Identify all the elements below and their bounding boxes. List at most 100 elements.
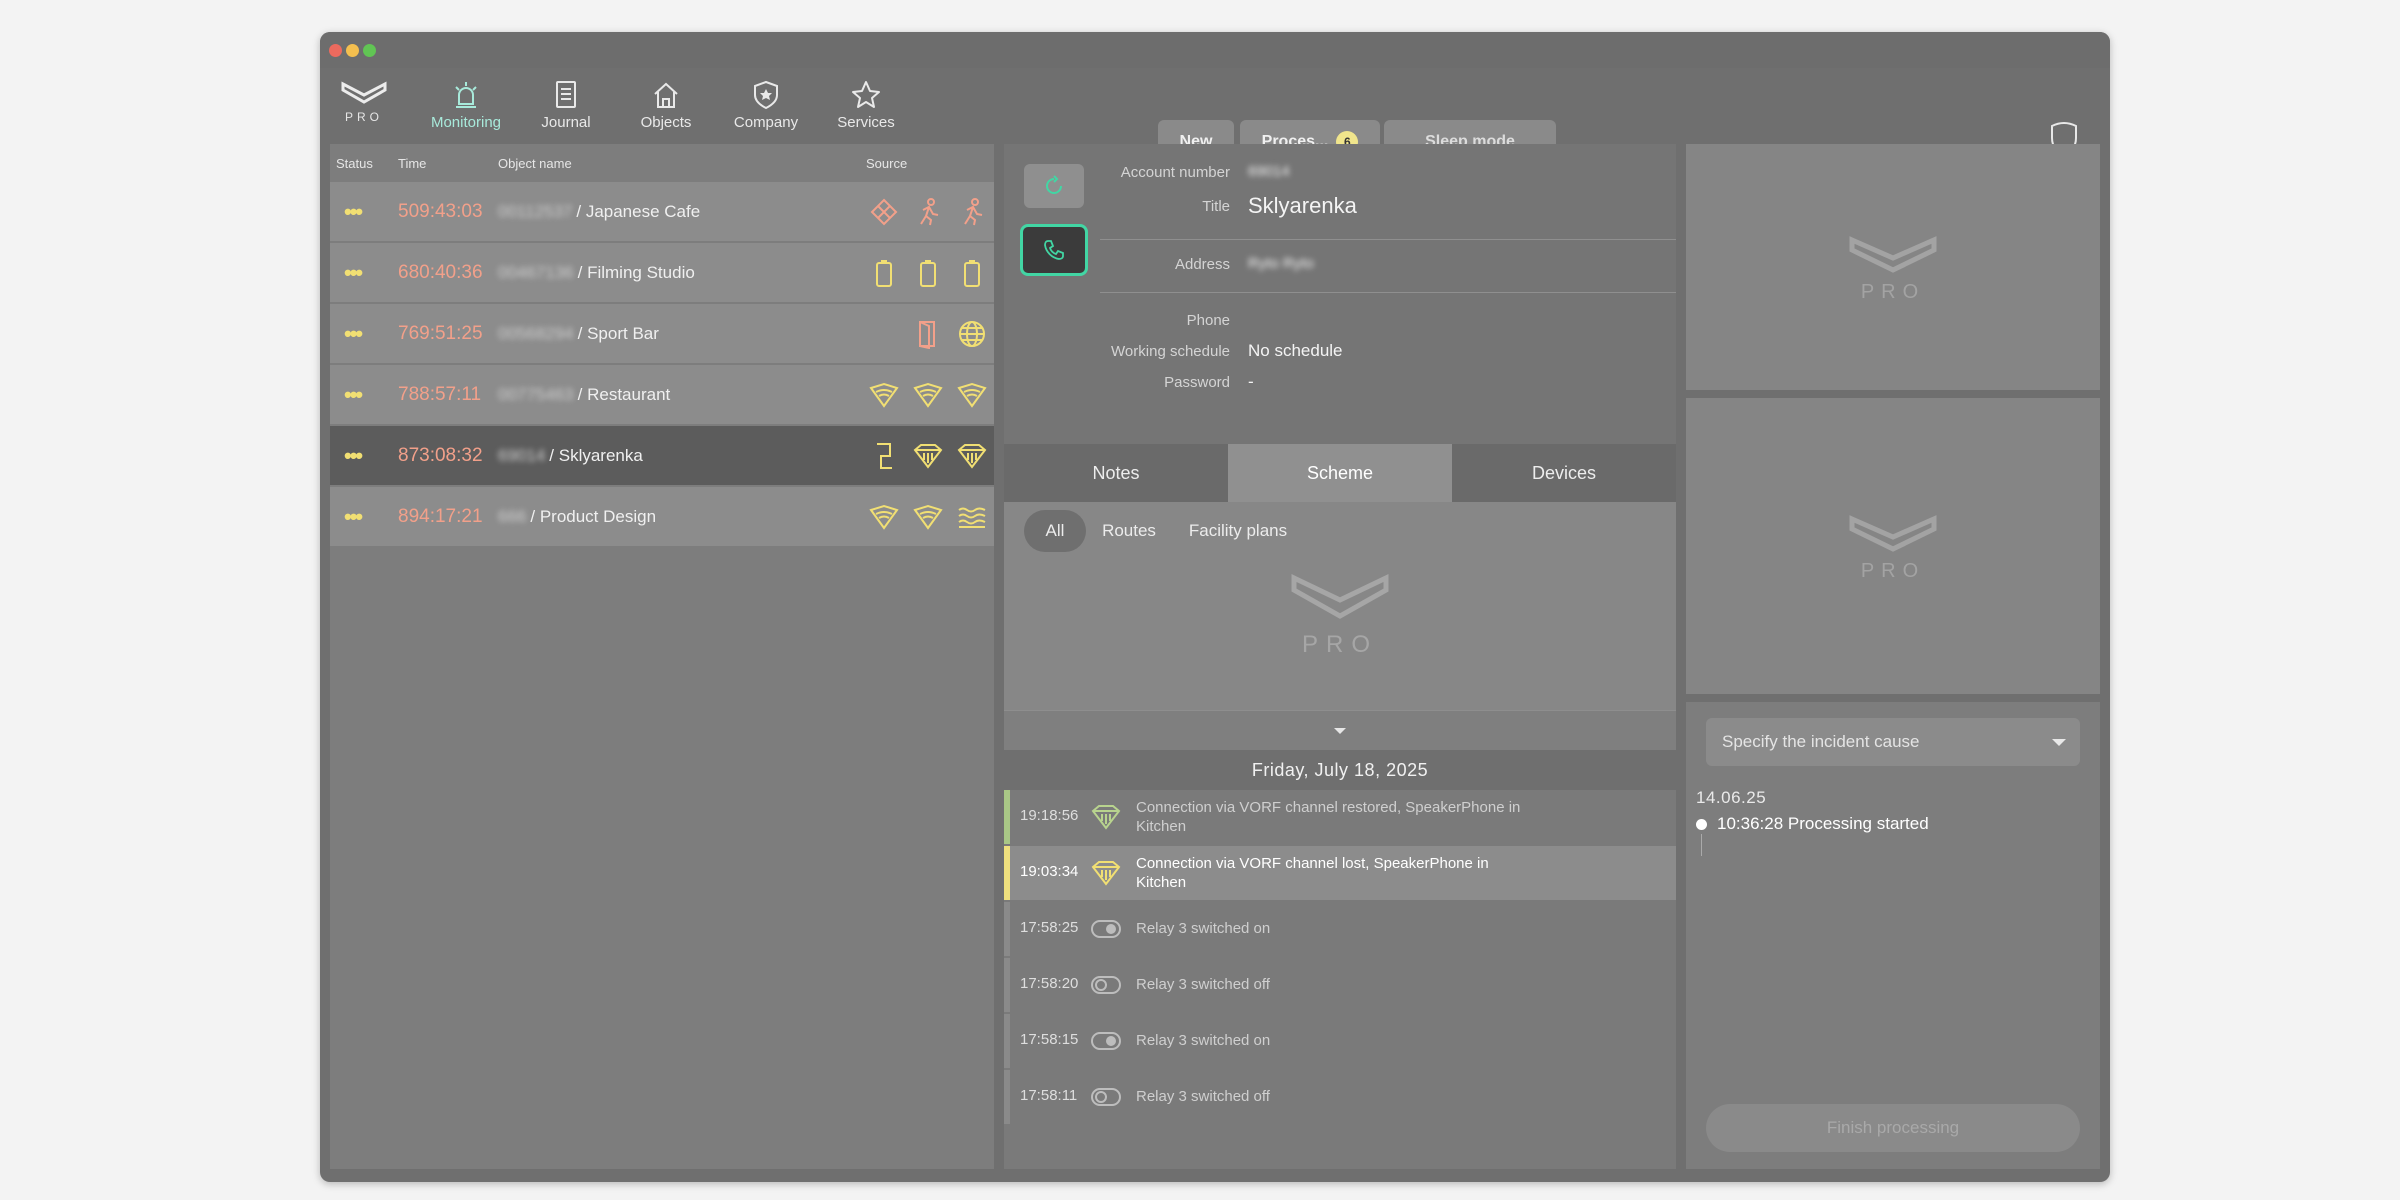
title-value: Sklyarenka [1248,193,1357,218]
account-number-value: 69014 [1248,163,1290,180]
pro-logo-placeholder: PRO [1849,236,1937,302]
working-schedule-value: No schedule [1248,341,1343,360]
journal-time: 17:58:11 [1020,1087,1078,1104]
event-time: 509:43:03 [398,200,483,222]
nav-label: Company [733,114,799,131]
header-time: Time [398,155,427,171]
address-label: Address [1174,256,1230,273]
tab-notes[interactable]: Notes [1004,444,1228,502]
nav-company[interactable]: Company [720,80,812,131]
status-dots: ••• [344,442,363,468]
journal-entry[interactable]: 17:58:25 Relay 3 switched on [1004,902,1676,956]
battery-icon [954,255,990,291]
siren-icon [455,82,477,108]
object-info: Account number 69014 Title Sklyarenka Ad… [1004,144,1676,444]
object-name: / Filming Studio [577,262,695,282]
close-window-button[interactable] [329,44,342,57]
nav-monitoring[interactable]: Monitoring [420,80,512,131]
call-button[interactable] [1020,224,1088,276]
object-name: / Japanese Cafe [576,201,701,221]
caret-down-icon [1334,727,1346,734]
journal-entry[interactable]: 17:58:15 Relay 3 switched on [1004,1014,1676,1068]
relay-icon [866,438,902,474]
event-time: 788:57:11 [398,383,482,405]
tab-devices[interactable]: Devices [1452,444,1676,502]
header-object-name: Object name [498,155,572,171]
battery-icon [910,255,946,291]
house-icon [654,82,678,108]
journal-list: 19:18:56 Connection via VORF channel res… [1004,790,1676,1124]
object-id: 69014 [498,445,546,465]
incident-cause-select[interactable]: Specify the incident cause [1706,718,2080,766]
nav-services[interactable]: Services [820,80,912,131]
incident-log-entry: 10:36:28 Processing started [1696,814,1929,834]
right-panel: PRO PRO Specify the incident cause 14.06… [1686,144,2100,1169]
camera-view-2[interactable]: PRO [1686,398,2100,694]
scheme-placeholder: PRO [1004,558,1676,710]
expand-scheme-button[interactable] [1004,710,1676,750]
header-status: Status [336,155,373,171]
object-name: / Sklyarenka [549,445,643,465]
title-label: Title [1202,198,1230,215]
finish-processing-button[interactable]: Finish processing [1706,1104,2080,1152]
journal-entry[interactable]: 19:18:56 Connection via VORF channel res… [1004,790,1676,844]
events-table-header: Status Time Object name Source [330,144,994,182]
phone-icon [1044,240,1064,260]
object-name: / Product Design [530,506,657,526]
object-name: / Sport Bar [577,323,659,343]
door-icon [910,316,946,352]
subtab-facility-plans[interactable]: Facility plans [1172,510,1304,552]
gem-icon [910,438,946,474]
minimize-window-button[interactable] [346,44,359,57]
wifi-diamond-icon [866,499,902,535]
status-dots: ••• [344,198,363,224]
object-id: 00568294 [498,323,574,343]
gem-icon [1090,860,1122,886]
event-object: 00112537/ Japanese Cafe [498,202,700,222]
event-object: 666/ Product Design [498,507,656,527]
status-dots: ••• [344,259,363,285]
events-panel: Status Time Object name Source ••• 509:4… [330,144,994,1169]
journal-entry[interactable]: 17:58:20 Relay 3 switched off [1004,958,1676,1012]
nav-journal[interactable]: Journal [520,80,612,131]
wifi-diamond-icon [866,377,902,413]
wifi-diamond-icon [954,377,990,413]
event-row[interactable]: ••• 680:40:36 00467136/ Filming Studio [330,243,994,302]
account-number-label: Account number [1120,164,1230,181]
status-dots: ••• [344,503,363,529]
wifi-diamond-icon [910,377,946,413]
status-dots: ••• [344,320,363,346]
incident-cause-placeholder: Specify the incident cause [1722,732,1920,751]
toggle-on-icon [1090,1028,1122,1054]
event-object: 69014/ Sklyarenka [498,446,643,466]
toggle-on-icon [1090,916,1122,942]
journal-text: Connection via VORF channel lost, Speake… [1136,855,1489,891]
journal-entry[interactable]: 17:58:11 Relay 3 switched off [1004,1070,1676,1124]
pro-logo-placeholder: PRO [1290,568,1390,663]
event-row[interactable]: ••• 788:57:11 00775463/ Restaurant [330,365,994,424]
subtab-all[interactable]: All [1024,510,1086,552]
object-id: 00775463 [498,384,574,404]
refresh-icon [1046,175,1062,194]
event-object: 00775463/ Restaurant [498,385,670,405]
journal-entry-highlighted[interactable]: 19:03:34 Connection via VORF channel los… [1004,846,1676,900]
nav-objects[interactable]: Objects [620,80,712,131]
event-row-selected[interactable]: ••• 873:08:32 69014/ Sklyarenka [330,426,994,485]
journal-text: Relay 3 switched on [1136,1032,1271,1049]
maximize-window-button[interactable] [363,44,376,57]
tab-scheme[interactable]: Scheme [1228,444,1452,502]
refresh-button[interactable] [1024,164,1084,208]
object-id: 00467136 [498,262,574,282]
event-row[interactable]: ••• 769:51:25 00568294/ Sport Bar [330,304,994,363]
event-row[interactable]: ••• 509:43:03 00112537/ Japanese Cafe [330,182,994,241]
event-row[interactable]: ••• 894:17:21 666/ Product Design [330,487,994,546]
toggle-off-icon [1090,972,1122,998]
journal-time: 19:18:56 [1020,807,1079,824]
gem-icon [1090,804,1122,830]
svg-text:PRO: PRO [1861,281,1925,302]
detail-tabs: Notes Scheme Devices [1004,444,1676,502]
timeline-bullet-icon [1696,818,1707,830]
pro-logo-placeholder: PRO [1849,515,1937,581]
camera-view-1[interactable]: PRO [1686,144,2100,390]
subtab-routes[interactable]: Routes [1094,510,1164,552]
